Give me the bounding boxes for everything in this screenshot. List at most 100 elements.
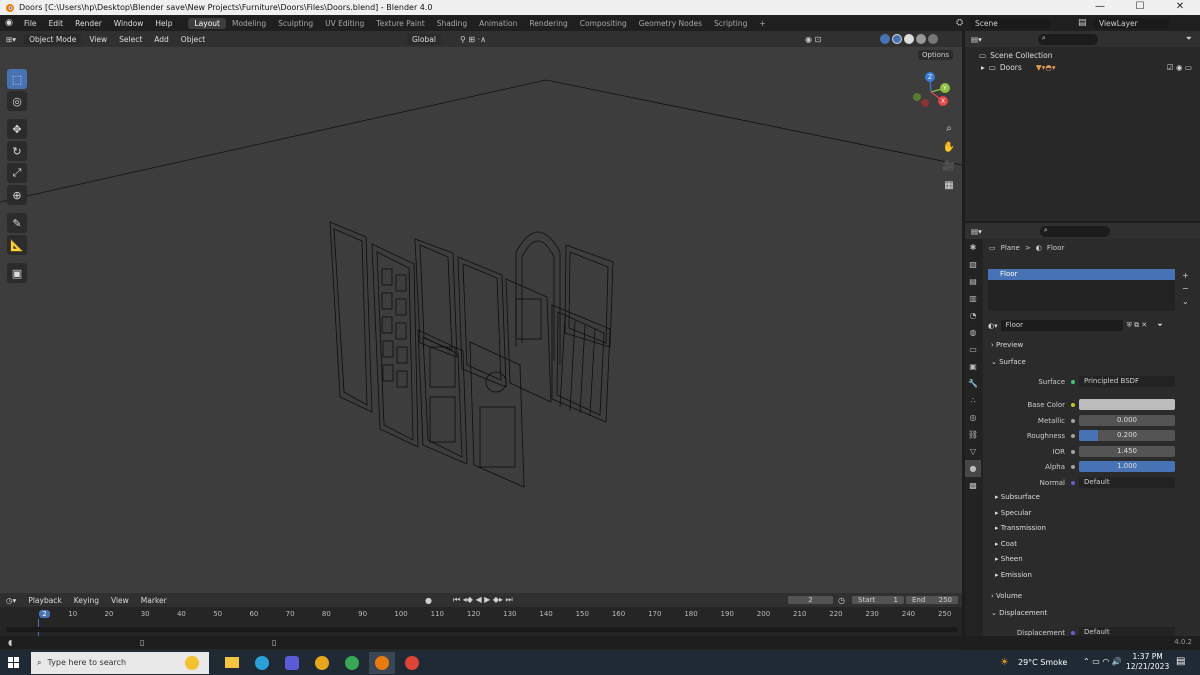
weather-text[interactable]: 29°C Smoke bbox=[1018, 658, 1067, 667]
playback-controls[interactable]: ⏮ ◂◆ ◀ ▶ ◆▸ ⏭ bbox=[453, 595, 513, 605]
material-shading-icon[interactable] bbox=[916, 34, 926, 44]
physics-tab-icon[interactable]: ◎ bbox=[965, 409, 981, 426]
material-name-field[interactable]: Floor bbox=[1000, 320, 1123, 331]
clock[interactable]: 1:37 PM 12/21/2023 bbox=[1126, 652, 1169, 672]
scene-tab-icon[interactable]: ◔ bbox=[965, 307, 981, 324]
volume-panel[interactable]: › Volume bbox=[991, 592, 1022, 600]
wireframe-shading-icon[interactable] bbox=[892, 34, 902, 44]
object-tab-icon[interactable]: ▣ bbox=[965, 358, 981, 375]
zoom-icon[interactable]: ⌕ bbox=[940, 120, 958, 138]
xray-toggle-icon[interactable] bbox=[880, 34, 890, 44]
scene-selector[interactable]: Scene bbox=[970, 17, 1050, 29]
minimize-button[interactable]: — bbox=[1080, 0, 1120, 15]
add-cube-tool-icon[interactable]: ▣ bbox=[7, 263, 27, 283]
preview-panel[interactable]: › Preview bbox=[991, 341, 1023, 349]
material-tab-icon[interactable]: ● bbox=[965, 460, 981, 477]
properties-editor-icon[interactable]: ▤▾ bbox=[965, 227, 988, 236]
rendered-shading-icon[interactable] bbox=[928, 34, 938, 44]
end-frame-field[interactable]: End 250 bbox=[906, 596, 958, 604]
chrome-profile-icon[interactable] bbox=[399, 652, 425, 674]
particles-tab-icon[interactable]: ∴ bbox=[965, 392, 981, 409]
sheen-subpanel[interactable]: ▸ Sheen bbox=[995, 555, 1023, 563]
weather-icon[interactable]: ☀ bbox=[1000, 657, 1009, 668]
current-frame-field[interactable]: 2 bbox=[788, 596, 833, 604]
metallic-field[interactable]: 0.000 bbox=[1079, 415, 1175, 426]
system-tray-icons[interactable]: ⌃ ▭ ◠ 🔊 bbox=[1083, 657, 1122, 666]
taskbar-search-box[interactable]: ⌕ Type here to search bbox=[31, 651, 209, 674]
world-tab-icon[interactable]: ◍ bbox=[965, 324, 981, 341]
coat-subpanel[interactable]: ▸ Coat bbox=[995, 540, 1017, 548]
timeline-scrollbar[interactable] bbox=[6, 627, 958, 632]
material-filter-icon[interactable]: ⏷ bbox=[1157, 321, 1163, 330]
tab-compositing[interactable]: Compositing bbox=[574, 18, 633, 29]
editor-type-icon[interactable]: ⊞▾ bbox=[0, 35, 22, 44]
collection-tab-icon[interactable]: ▭ bbox=[965, 341, 981, 358]
menu-marker[interactable]: Marker bbox=[135, 596, 173, 605]
menu-help[interactable]: Help bbox=[149, 19, 178, 28]
material-slot-item[interactable]: Floor bbox=[988, 269, 1175, 280]
notification-icon[interactable]: ▤ bbox=[1176, 656, 1185, 667]
roughness-slider[interactable]: 0.200 bbox=[1079, 430, 1175, 441]
tab-layout[interactable]: Layout bbox=[188, 17, 226, 29]
remove-slot-button[interactable]: − bbox=[1182, 282, 1189, 295]
menu-playback[interactable]: Playback bbox=[22, 596, 67, 605]
tab-modeling[interactable]: Modeling bbox=[226, 18, 272, 29]
windows-start-icon[interactable] bbox=[8, 657, 19, 668]
add-workspace-button[interactable]: + bbox=[753, 18, 771, 29]
menu-file[interactable]: File bbox=[18, 19, 43, 28]
view-layer-selector[interactable]: ViewLayer bbox=[1094, 17, 1169, 29]
alpha-slider[interactable]: 1.000 bbox=[1079, 461, 1175, 472]
tab-rendering[interactable]: Rendering bbox=[523, 18, 573, 29]
surface-shader-field[interactable]: Principled BSDF bbox=[1079, 376, 1175, 387]
snap-icon[interactable]: ⚲ ⊞ ·∧ bbox=[460, 35, 486, 44]
view-layer-tab-icon[interactable]: ▥ bbox=[965, 290, 981, 307]
displacement-panel[interactable]: ⌄ Displacement bbox=[991, 609, 1047, 617]
edge-browser-icon[interactable] bbox=[249, 652, 275, 674]
menu-add[interactable]: Add bbox=[148, 35, 175, 44]
menu-edit[interactable]: Edit bbox=[43, 19, 70, 28]
camera-view-icon[interactable]: 🎥 bbox=[940, 158, 958, 176]
solid-shading-icon[interactable] bbox=[904, 34, 914, 44]
tab-texture-paint[interactable]: Texture Paint bbox=[370, 18, 430, 29]
record-icon[interactable]: ● bbox=[425, 596, 432, 605]
tab-animation[interactable]: Animation bbox=[473, 18, 523, 29]
constraints-tab-icon[interactable]: ⛓ bbox=[965, 426, 981, 443]
tool-tab-icon[interactable]: ✱ bbox=[965, 239, 981, 256]
measure-tool-icon[interactable]: 📐 bbox=[7, 235, 27, 255]
menu-window[interactable]: Window bbox=[108, 19, 150, 28]
fake-user-shield-icon[interactable]: ⛨ ⧉ ✕ bbox=[1127, 321, 1148, 330]
tab-sculpting[interactable]: Sculpting bbox=[272, 18, 319, 29]
tab-shading[interactable]: Shading bbox=[431, 18, 473, 29]
mode-selector[interactable]: Object Mode bbox=[24, 33, 82, 45]
outliner-item-doors[interactable]: ▸ ▭ Doors ▼▾◓▾ ☑ ◉ ▭ bbox=[965, 61, 1200, 73]
material-browse-icon[interactable]: ◐▾ bbox=[988, 322, 998, 330]
chrome-canary-icon[interactable] bbox=[309, 652, 335, 674]
tab-uv-editing[interactable]: UV Editing bbox=[319, 18, 370, 29]
scale-tool-icon[interactable]: ⤢ bbox=[7, 163, 27, 183]
menu-timeline-view[interactable]: View bbox=[105, 596, 135, 605]
menu-render[interactable]: Render bbox=[69, 19, 108, 28]
tab-geometry-nodes[interactable]: Geometry Nodes bbox=[633, 18, 708, 29]
close-button[interactable]: ✕ bbox=[1160, 0, 1200, 15]
visibility-icon[interactable]: ◉ ⊡ bbox=[805, 35, 821, 44]
output-tab-icon[interactable]: ▤ bbox=[965, 273, 981, 290]
expand-arrow-icon[interactable]: ▸ bbox=[981, 63, 985, 72]
perspective-grid-icon[interactable]: ▦ bbox=[940, 177, 958, 195]
base-color-swatch[interactable] bbox=[1079, 399, 1175, 410]
normal-field[interactable]: Default bbox=[1079, 477, 1175, 488]
media-player-icon[interactable] bbox=[279, 652, 305, 674]
start-frame-field[interactable]: Start 1 bbox=[852, 596, 904, 604]
render-tab-icon[interactable]: ▨ bbox=[965, 256, 981, 273]
timeline-editor-icon[interactable]: ◷▾ bbox=[0, 596, 22, 605]
maximize-button[interactable]: ☐ bbox=[1120, 0, 1160, 15]
tab-scripting[interactable]: Scripting bbox=[708, 18, 753, 29]
slot-menu-chevron-icon[interactable]: ⌄ bbox=[1182, 295, 1189, 308]
rotate-tool-icon[interactable]: ↻ bbox=[7, 141, 27, 161]
subsurface-subpanel[interactable]: ▸ Subsurface bbox=[995, 493, 1040, 501]
add-slot-button[interactable]: + bbox=[1182, 269, 1189, 282]
chrome-browser-icon[interactable] bbox=[339, 652, 365, 674]
outliner-search-icon[interactable]: ⌕ bbox=[1037, 33, 1098, 45]
filter-icon[interactable]: ⏷ bbox=[1186, 34, 1192, 44]
annotate-tool-icon[interactable]: ✎ bbox=[7, 213, 27, 233]
options-dropdown[interactable]: Options bbox=[918, 50, 954, 60]
